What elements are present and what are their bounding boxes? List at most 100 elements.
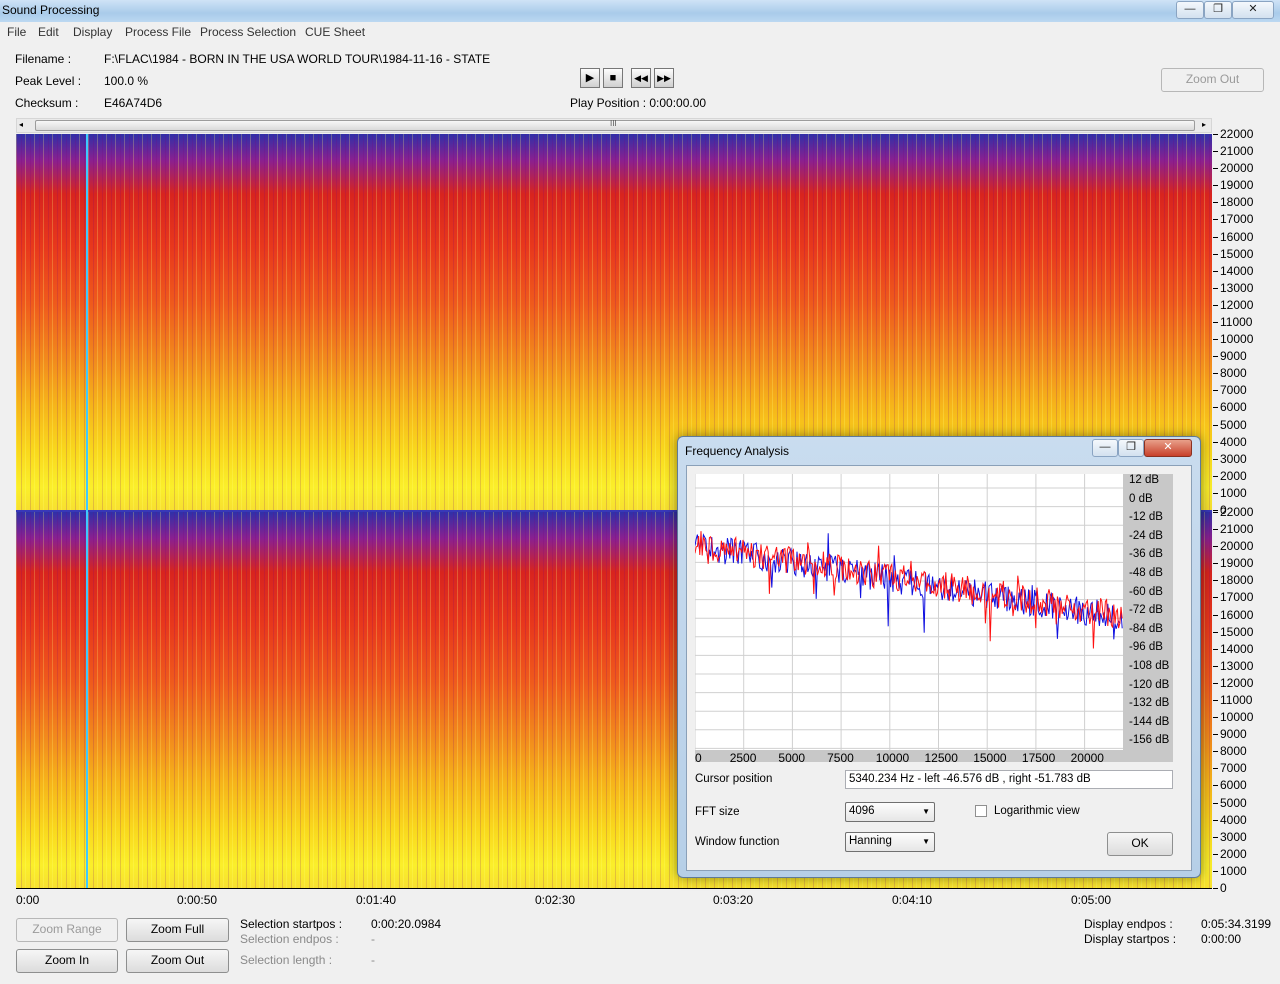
freq-tick	[1213, 168, 1218, 170]
menu-edit[interactable]: Edit	[38, 25, 59, 39]
freq-label: 6000	[1220, 400, 1247, 415]
x-label: 5000	[778, 751, 806, 765]
x-label: 0	[695, 751, 702, 765]
freq-label: 5000	[1220, 417, 1247, 432]
freq-tick	[1213, 563, 1218, 565]
freq-label: 12000	[1220, 675, 1254, 690]
freq-tick	[1213, 322, 1218, 323]
freq-label: 15000	[1220, 624, 1254, 639]
freq-tick	[1213, 529, 1218, 531]
db-label: -144 dB	[1129, 715, 1170, 728]
x-label: 2500	[729, 751, 757, 765]
horizontal-scrollbar[interactable]: ◂ III ▸	[16, 118, 1212, 133]
freq-tick	[1213, 700, 1218, 701]
dialog-close-button[interactable]: ✕	[1144, 439, 1192, 457]
menu-process-file[interactable]: Process File	[125, 25, 191, 39]
window-function-label: Window function	[695, 836, 780, 848]
freq-label: 18000	[1220, 195, 1254, 210]
dialog-minimize-button[interactable]: —	[1092, 439, 1118, 457]
selection-startpos-value: 0:00:20.0984	[371, 917, 442, 931]
freq-tick	[1213, 648, 1218, 650]
freq-label: 3000	[1220, 829, 1247, 844]
freq-label: 8000	[1220, 744, 1247, 759]
scroll-left-arrow-icon[interactable]: ◂	[19, 120, 23, 129]
freq-tick	[1213, 631, 1218, 633]
freq-tick	[1213, 475, 1218, 477]
freq-label: 13000	[1220, 280, 1254, 295]
freq-tick	[1213, 492, 1218, 494]
freq-tick	[1213, 836, 1218, 838]
forward-button[interactable]: ▶▶	[654, 68, 674, 88]
fft-size-label: FFT size	[695, 806, 740, 818]
zoom-out-button[interactable]: Zoom Out	[126, 949, 229, 973]
dialog-maximize-button[interactable]: ❐	[1118, 439, 1144, 457]
cursor-position-field[interactable]: 5340.234 Hz - left -46.576 dB , right -5…	[845, 770, 1173, 789]
freq-label: 22000	[1220, 505, 1254, 519]
menu-file[interactable]: File	[7, 25, 26, 39]
selection-length-value: -	[371, 953, 375, 967]
freq-label: 14000	[1220, 641, 1254, 656]
zoom-in-button[interactable]: Zoom In	[16, 949, 118, 973]
logarithmic-view-checkbox[interactable]	[975, 805, 987, 817]
freq-tick	[1213, 441, 1218, 443]
time-label-1: 0:00:50	[177, 893, 218, 907]
ok-button[interactable]: OK	[1107, 832, 1173, 856]
db-label: -96 dB	[1129, 641, 1163, 654]
db-label: -156 dB	[1129, 734, 1170, 747]
freq-label: 20000	[1220, 161, 1254, 176]
selection-startpos-label: Selection startpos :	[240, 917, 343, 931]
freq-tick	[1213, 785, 1218, 787]
freq-label: 5000	[1220, 795, 1247, 810]
fft-size-select[interactable]: 4096 ▼	[845, 802, 935, 822]
maximize-button[interactable]: ❐	[1204, 1, 1232, 19]
menu-cue-sheet[interactable]: CUE Sheet	[305, 25, 365, 39]
menu-display[interactable]: Display	[73, 25, 112, 39]
freq-label: 16000	[1220, 607, 1254, 622]
zoom-out-top-button[interactable]: Zoom Out	[1161, 68, 1264, 92]
freq-label: 2000	[1220, 468, 1247, 483]
zoom-range-button[interactable]: Zoom Range	[16, 918, 118, 942]
spectrum-plot[interactable]	[695, 474, 1123, 750]
zoom-full-button[interactable]: Zoom Full	[126, 918, 229, 942]
x-label: 15000	[973, 751, 1007, 765]
frequency-analysis-dialog: Frequency Analysis — ❐ ✕ 12 dB 0 dB -12 dB…	[677, 436, 1201, 878]
rewind-button[interactable]: ◀◀	[631, 68, 651, 88]
freq-label: 21000	[1220, 144, 1254, 159]
freq-tick	[1213, 270, 1218, 272]
freq-label: 20000	[1220, 539, 1254, 554]
freq-label: 6000	[1220, 778, 1247, 793]
freq-label: 11000	[1220, 693, 1253, 707]
minimize-button[interactable]: —	[1176, 1, 1204, 19]
cursor-position-label: Cursor position	[695, 773, 773, 785]
freq-tick	[1213, 853, 1218, 855]
freq-label: 4000	[1220, 434, 1247, 449]
display-endpos-label: Display endpos :	[1084, 917, 1173, 931]
freq-label: 8000	[1220, 366, 1247, 381]
window-title: Sound Processing	[2, 3, 100, 17]
peak-level-value: 100.0 %	[104, 74, 149, 88]
freq-label: 16000	[1220, 229, 1254, 244]
play-button[interactable]: ▶	[580, 68, 600, 88]
freq-tick	[1213, 665, 1218, 667]
freq-label: 3000	[1220, 451, 1247, 466]
db-label: -120 dB	[1129, 678, 1170, 691]
stop-button[interactable]: ■	[603, 68, 623, 88]
scroll-grip-icon: III	[610, 119, 617, 128]
db-label: -84 dB	[1129, 622, 1163, 635]
menu-process-selection[interactable]: Process Selection	[200, 25, 296, 39]
freq-label: 4000	[1220, 812, 1247, 827]
freq-label: 2000	[1220, 846, 1247, 861]
freq-label: 17000	[1220, 212, 1254, 227]
close-button[interactable]: ✕	[1232, 1, 1274, 19]
freq-label: 9000	[1220, 727, 1247, 742]
freq-tick	[1213, 819, 1218, 821]
window-function-value: Hanning	[849, 835, 892, 847]
peak-level-label: Peak Level :	[15, 74, 82, 88]
freq-tick	[1213, 185, 1218, 187]
freq-tick	[1213, 151, 1218, 153]
scrollbar-thumb[interactable]: III	[35, 119, 1195, 131]
scroll-right-arrow-icon[interactable]: ▸	[1202, 120, 1206, 129]
window-function-select[interactable]: Hanning ▼	[845, 832, 935, 852]
selection-cursor-line[interactable]	[86, 134, 88, 888]
db-label: -48 dB	[1129, 567, 1163, 579]
